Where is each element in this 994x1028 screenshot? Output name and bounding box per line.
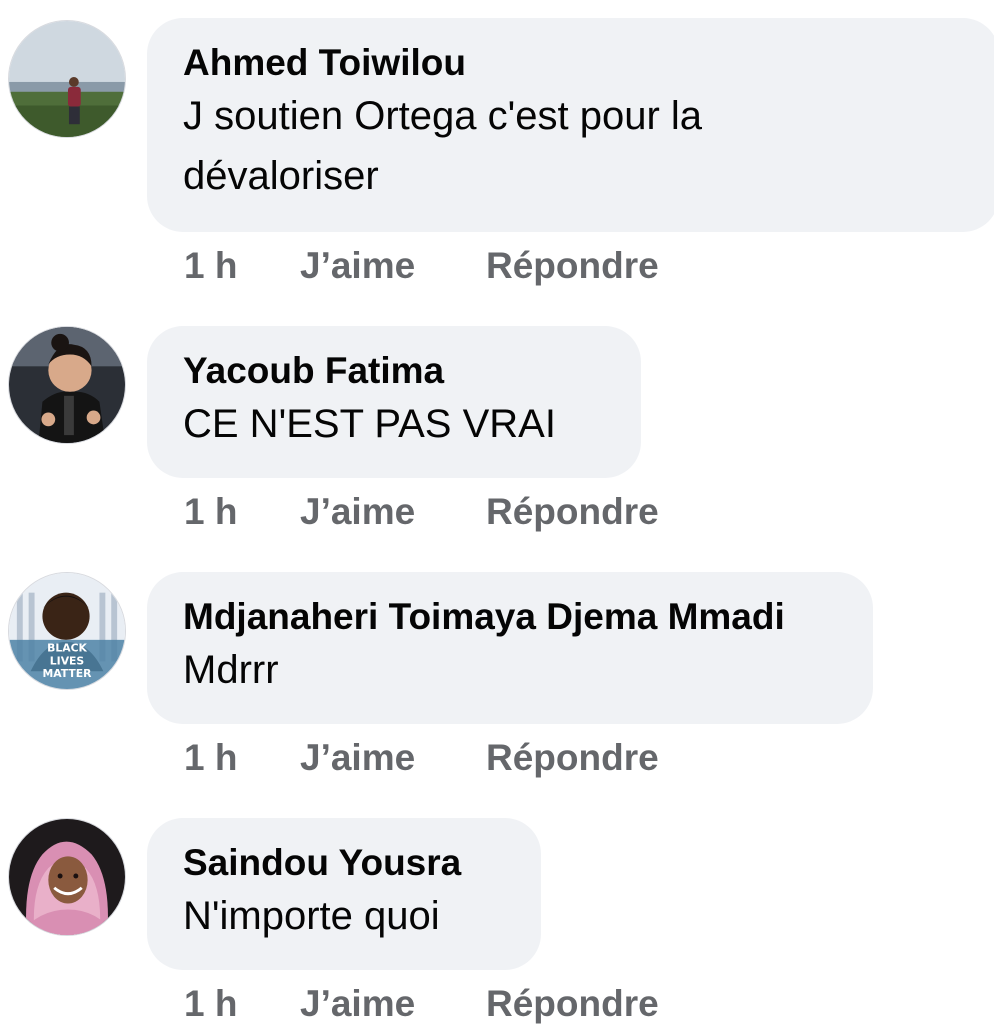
comment-time[interactable]: 1 h xyxy=(184,490,300,534)
comment-author[interactable]: Saindou Yousra xyxy=(183,840,505,886)
like-button[interactable]: J’aime xyxy=(300,982,486,1026)
profile-photo-icon xyxy=(9,327,125,443)
comment-author[interactable]: Mdjanaheri Toimaya Djema Mmadi xyxy=(183,594,837,640)
comment-text-line: Mdrrr xyxy=(183,648,279,692)
comment-time[interactable]: 1 h xyxy=(184,736,300,780)
profile-photo-icon xyxy=(9,819,125,935)
blm-overlay-text: LIVES xyxy=(50,654,84,667)
avatar[interactable]: BLACK LIVES MATTER xyxy=(8,572,126,690)
comment-text-line: dévaloriser xyxy=(183,154,379,198)
comment-author[interactable]: Yacoub Fatima xyxy=(183,348,605,394)
profile-photo-icon: BLACK LIVES MATTER xyxy=(9,573,125,689)
avatar[interactable] xyxy=(8,326,126,444)
like-button[interactable]: J’aime xyxy=(300,244,486,288)
comment-author[interactable]: Ahmed Toiwilou xyxy=(183,40,963,86)
reply-button[interactable]: Répondre xyxy=(486,244,659,288)
comment-actions: 1 h J’aime Répondre xyxy=(184,490,659,534)
comment-time[interactable]: 1 h xyxy=(184,982,300,1026)
comment-bubble: Mdjanaheri Toimaya Djema Mmadi Mdrrr xyxy=(147,572,873,724)
comment-bubble: Ahmed Toiwilou J soutien Ortega c'est po… xyxy=(147,18,994,232)
comment-time[interactable]: 1 h xyxy=(184,244,300,288)
comment-text-line: CE N'EST PAS VRAI xyxy=(183,402,556,446)
avatar[interactable] xyxy=(8,20,126,138)
comment-bubble: Saindou Yousra N'importe quoi xyxy=(147,818,541,970)
blm-overlay-text: BLACK xyxy=(47,642,87,655)
comment-actions: 1 h J’aime Répondre xyxy=(184,244,659,288)
comment-actions: 1 h J’aime Répondre xyxy=(184,982,659,1026)
profile-photo-icon xyxy=(9,21,125,137)
comment-text-line: J soutien Ortega c'est pour la xyxy=(183,94,703,138)
blm-overlay-text: MATTER xyxy=(43,667,93,680)
like-button[interactable]: J’aime xyxy=(300,736,486,780)
comment-text-line: N'importe quoi xyxy=(183,894,440,938)
avatar[interactable] xyxy=(8,818,126,936)
reply-button[interactable]: Répondre xyxy=(486,490,659,534)
like-button[interactable]: J’aime xyxy=(300,490,486,534)
comment-bubble: Yacoub Fatima CE N'EST PAS VRAI xyxy=(147,326,641,478)
comment-actions: 1 h J’aime Répondre xyxy=(184,736,659,780)
reply-button[interactable]: Répondre xyxy=(486,982,659,1026)
reply-button[interactable]: Répondre xyxy=(486,736,659,780)
